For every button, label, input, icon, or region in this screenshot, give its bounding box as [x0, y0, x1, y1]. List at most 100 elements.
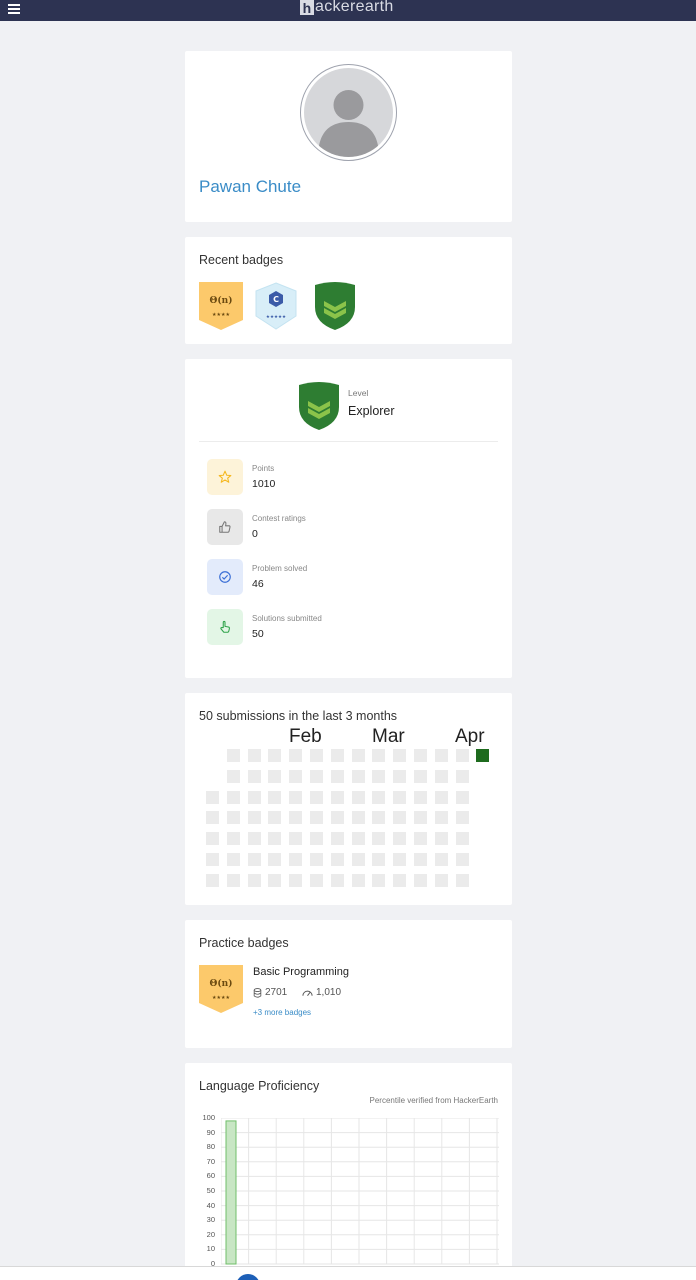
- heatmap-cell[interactable]: [226, 873, 240, 887]
- c-language-badge-icon[interactable]: C ★★★★★: [255, 282, 297, 330]
- more-badges-link[interactable]: +3 more badges: [253, 1008, 311, 1017]
- heatmap-cell[interactable]: [351, 769, 365, 783]
- heatmap-cell[interactable]: [393, 749, 407, 762]
- heatmap-cell[interactable]: [226, 832, 240, 846]
- heatmap-cell[interactable]: [247, 873, 261, 887]
- heatmap-cell[interactable]: [310, 769, 323, 783]
- heatmap-cell[interactable]: [226, 790, 240, 804]
- heatmap-cell[interactable]: [414, 811, 427, 825]
- heatmap-cell[interactable]: [289, 832, 303, 846]
- heatmap-cell[interactable]: [434, 853, 448, 866]
- profile-name[interactable]: Pawan Chute: [199, 177, 301, 197]
- heatmap-cell[interactable]: [351, 790, 365, 804]
- heatmap-cell[interactable]: [372, 873, 386, 887]
- proficiency-bar[interactable]: [225, 1120, 237, 1265]
- heatmap-cell[interactable]: [310, 832, 323, 846]
- heatmap-cell[interactable]: [268, 769, 282, 783]
- heatmap-cell[interactable]: [268, 832, 282, 846]
- heatmap-cell[interactable]: [393, 873, 407, 887]
- heatmap-cell[interactable]: [393, 769, 407, 783]
- heatmap-cell[interactable]: [206, 832, 219, 846]
- heatmap-cell[interactable]: [330, 769, 344, 783]
- heatmap-cell[interactable]: [289, 790, 303, 804]
- heatmap-cell[interactable]: [310, 811, 323, 825]
- heatmap-cell[interactable]: [414, 790, 427, 804]
- heatmap-cell[interactable]: [330, 832, 344, 846]
- heatmap-cell[interactable]: [351, 853, 365, 866]
- heatmap-cell[interactable]: [310, 873, 323, 887]
- heatmap-cell[interactable]: [455, 832, 469, 846]
- heatmap-cell[interactable]: [414, 832, 427, 846]
- heatmap-cell[interactable]: [414, 853, 427, 866]
- heatmap-cell[interactable]: [247, 811, 261, 825]
- heatmap-cell[interactable]: [268, 749, 282, 762]
- heatmap-cell[interactable]: [393, 790, 407, 804]
- heatmap-cell[interactable]: [434, 873, 448, 887]
- heatmap-cell[interactable]: [226, 853, 240, 866]
- heatmap-cell[interactable]: [289, 811, 303, 825]
- heatmap-cell[interactable]: [351, 832, 365, 846]
- heatmap-cell[interactable]: [455, 749, 469, 762]
- heatmap-cell[interactable]: [247, 769, 261, 783]
- practice-badge-name[interactable]: Basic Programming: [253, 966, 349, 978]
- heatmap-cell[interactable]: [393, 832, 407, 846]
- heatmap-cell[interactable]: [226, 811, 240, 825]
- heatmap-cell[interactable]: [351, 749, 365, 762]
- heatmap-cell[interactable]: [310, 790, 323, 804]
- heatmap-cell[interactable]: [226, 769, 240, 783]
- heatmap-cell[interactable]: [226, 749, 240, 762]
- heatmap-cell[interactable]: [434, 811, 448, 825]
- hamburger-menu-icon[interactable]: [8, 2, 20, 16]
- heatmap-cell[interactable]: [330, 749, 344, 762]
- heatmap-cell[interactable]: [247, 749, 261, 762]
- heatmap-cell[interactable]: [330, 853, 344, 866]
- heatmap-cell[interactable]: [289, 749, 303, 762]
- heatmap-cell[interactable]: [330, 790, 344, 804]
- heatmap-cell[interactable]: [414, 873, 427, 887]
- heatmap-cell[interactable]: [268, 853, 282, 866]
- heatmap-cell[interactable]: [247, 832, 261, 846]
- heatmap-cell[interactable]: [268, 811, 282, 825]
- heatmap-cell[interactable]: [206, 790, 219, 804]
- heatmap-cell[interactable]: [393, 811, 407, 825]
- heatmap-cell[interactable]: [455, 853, 469, 866]
- heatmap-cell[interactable]: [310, 853, 323, 866]
- hackerearth-logo[interactable]: h ackerearth: [300, 0, 394, 16]
- heatmap-cell[interactable]: [372, 853, 386, 866]
- heatmap-cell[interactable]: [330, 873, 344, 887]
- heatmap-cell[interactable]: [372, 749, 386, 762]
- heatmap-cell[interactable]: [372, 811, 386, 825]
- heatmap-cell[interactable]: [455, 769, 469, 783]
- heatmap-cell[interactable]: [414, 769, 427, 783]
- heatmap-cell[interactable]: [434, 769, 448, 783]
- heatmap-cell[interactable]: [414, 749, 427, 762]
- heatmap-cell[interactable]: [434, 790, 448, 804]
- heatmap-cell[interactable]: [455, 873, 469, 887]
- heatmap-cell[interactable]: [206, 853, 219, 866]
- heatmap-cell[interactable]: [289, 769, 303, 783]
- heatmap-cell[interactable]: [310, 749, 323, 762]
- heatmap-cell[interactable]: [455, 790, 469, 804]
- heatmap-cell[interactable]: [393, 853, 407, 866]
- heatmap-cell[interactable]: [434, 749, 448, 762]
- basic-programming-badge-icon[interactable]: Θ(n) ★★★★: [199, 965, 243, 1013]
- heatmap-cell[interactable]: [206, 811, 219, 825]
- heatmap-cell[interactable]: [206, 873, 219, 887]
- heatmap-cell[interactable]: [372, 790, 386, 804]
- heatmap-cell[interactable]: [289, 853, 303, 866]
- heatmap-cell[interactable]: [434, 832, 448, 846]
- heatmap-cell[interactable]: [247, 853, 261, 866]
- heatmap-cell[interactable]: [268, 873, 282, 887]
- heatmap-cell[interactable]: [351, 873, 365, 887]
- heatmap-cell[interactable]: [455, 811, 469, 825]
- heatmap-cell[interactable]: [372, 769, 386, 783]
- heatmap-cell[interactable]: [268, 790, 282, 804]
- heatmap-cell[interactable]: [372, 832, 386, 846]
- explorer-shield-badge-icon[interactable]: [312, 281, 358, 331]
- heatmap-cell[interactable]: [330, 811, 344, 825]
- complexity-badge-icon[interactable]: Θ(n) ★★★★: [199, 282, 243, 330]
- heatmap-cell[interactable]: [476, 749, 490, 762]
- heatmap-cell[interactable]: [289, 873, 303, 887]
- heatmap-cell[interactable]: [351, 811, 365, 825]
- heatmap-cell[interactable]: [247, 790, 261, 804]
